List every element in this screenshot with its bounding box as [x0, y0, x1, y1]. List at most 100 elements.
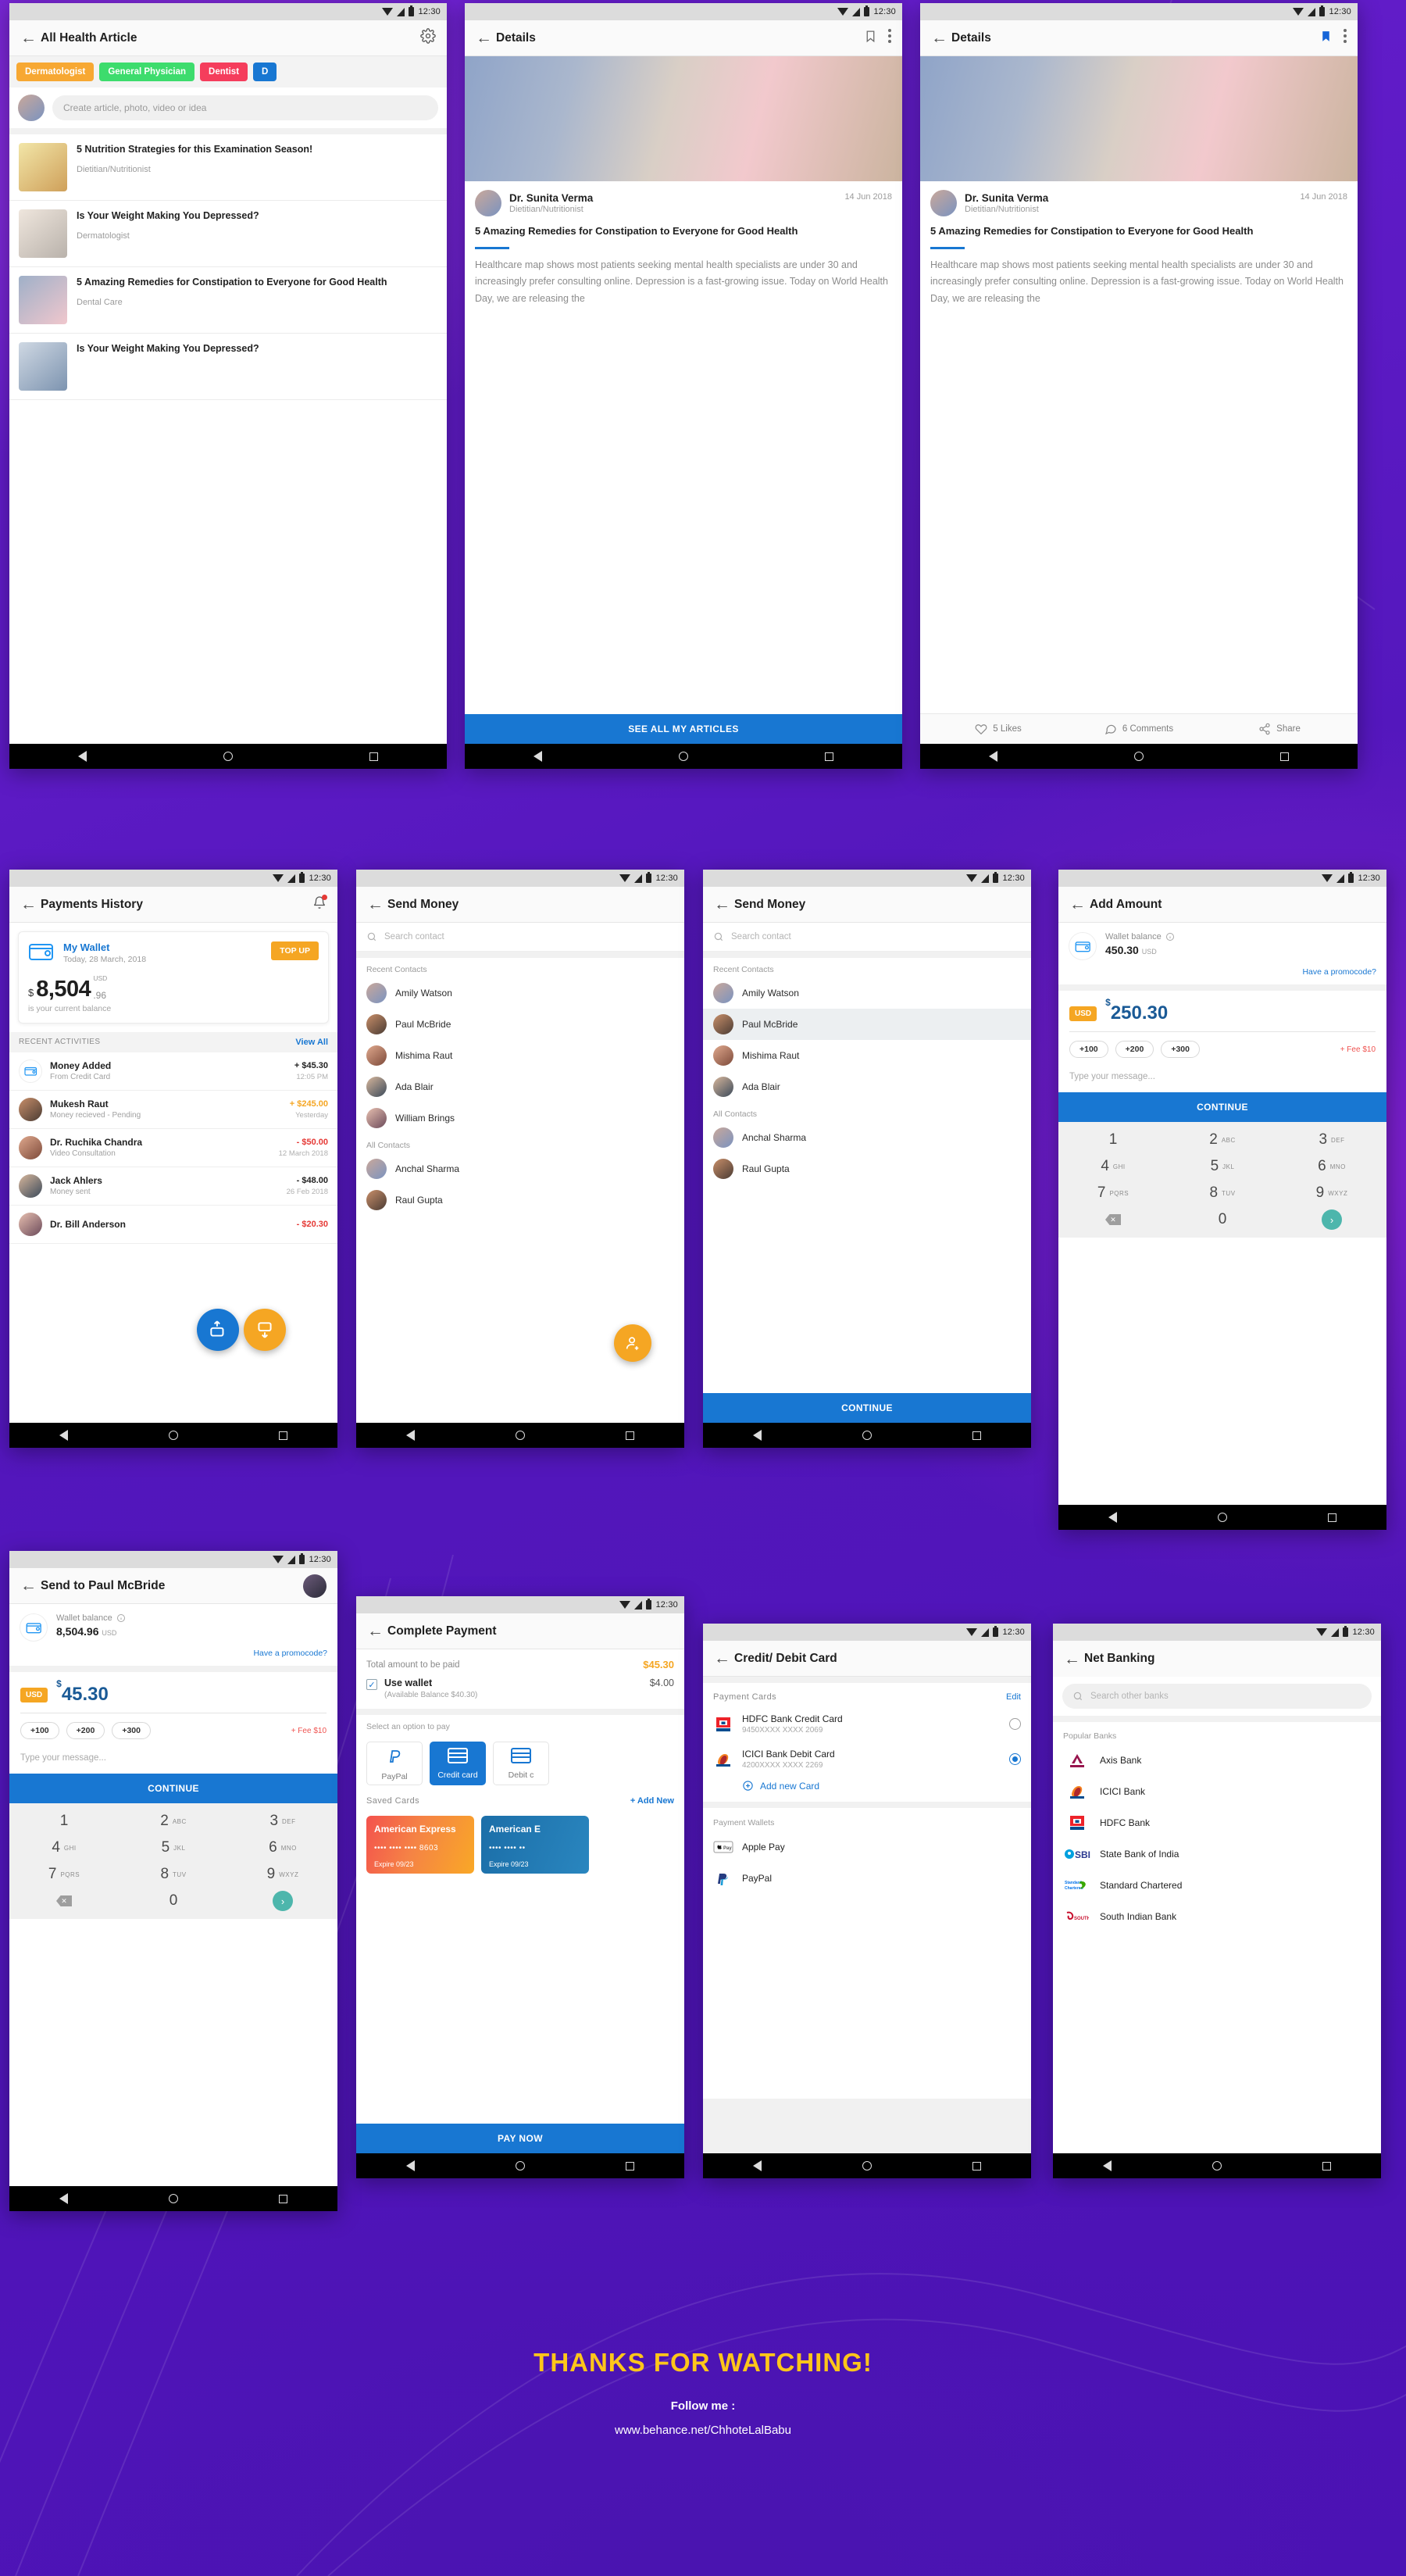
search-contact-field[interactable]: Search contact	[356, 923, 684, 952]
nav-back-icon[interactable]	[1108, 1512, 1118, 1523]
comment-button[interactable]: 6 Comments	[1069, 723, 1209, 735]
activity-row[interactable]: Mukesh Raut Money recieved - Pending + $24…	[9, 1091, 337, 1129]
bank-row[interactable]: SBI State Bank of India	[1053, 1838, 1381, 1870]
pay-now-button[interactable]: PAY NOW	[356, 2124, 684, 2153]
contact-row[interactable]: Mishima Raut	[356, 1040, 684, 1071]
contact-row[interactable]: Paul McBride	[356, 1009, 684, 1040]
contact-row[interactable]: William Brings	[356, 1102, 684, 1134]
category-chip[interactable]: Dentist	[200, 63, 248, 81]
gear-icon[interactable]	[420, 28, 436, 48]
quick-amount-button[interactable]: +200	[66, 1722, 105, 1739]
keypad-key[interactable]: 1	[9, 1808, 119, 1835]
quick-amount-button[interactable]: +100	[20, 1722, 59, 1739]
keypad-key[interactable]: 3 DEF	[1277, 1127, 1386, 1153]
nav-back-icon[interactable]	[59, 1430, 69, 1441]
message-input[interactable]: Type your message...	[1058, 1058, 1386, 1092]
quick-amount-button[interactable]: +300	[112, 1722, 151, 1739]
keypad-key[interactable]: 2 ABC	[1168, 1127, 1277, 1153]
nav-back-icon[interactable]	[406, 1430, 416, 1441]
keypad-key[interactable]: 0	[1168, 1206, 1277, 1233]
nav-recents-icon[interactable]	[825, 752, 834, 761]
see-all-articles-button[interactable]: SEE ALL MY ARTICLES	[465, 714, 902, 744]
nav-recents-icon[interactable]	[1327, 1513, 1336, 1522]
back-icon[interactable]: ←	[714, 896, 734, 913]
message-input[interactable]: Type your message...	[9, 1739, 337, 1774]
back-icon[interactable]: ←	[20, 1577, 41, 1594]
bookmark-filled-icon[interactable]	[1319, 29, 1333, 48]
bank-row[interactable]: Standard Chartered Standard Chartered	[1053, 1870, 1381, 1901]
like-button[interactable]: 5 Likes	[928, 723, 1069, 735]
card-radio[interactable]	[1009, 1718, 1021, 1730]
nav-home-icon[interactable]	[168, 1431, 178, 1440]
keypad-submit[interactable]: ›	[228, 1888, 337, 1914]
nav-back-icon[interactable]	[533, 751, 542, 762]
back-icon[interactable]: ←	[1064, 1651, 1084, 1667]
nav-home-icon[interactable]	[862, 1431, 872, 1440]
contact-row[interactable]: Ada Blair	[703, 1071, 1031, 1102]
keypad-key[interactable]: 6 MNO	[1277, 1153, 1386, 1180]
activity-row[interactable]: Money Added From Credit Card + $45.30 12:05…	[9, 1052, 337, 1091]
card-radio[interactable]	[1009, 1753, 1021, 1765]
saved-card[interactable]: American E •••• •••• •• Expire 09/23	[481, 1816, 589, 1874]
more-vertical-icon[interactable]	[1344, 29, 1347, 47]
keypad-key[interactable]: 1	[1058, 1127, 1168, 1153]
payment-card-row[interactable]: HDFC Bank Credit Card 9450XXXX XXXX 2069	[703, 1706, 1031, 1742]
search-banks-field[interactable]: Search other banks	[1062, 1684, 1372, 1709]
nav-recents-icon[interactable]	[972, 2161, 981, 2170]
back-icon[interactable]: ←	[1069, 896, 1090, 913]
view-all-link[interactable]: View All	[295, 1038, 328, 1047]
nav-back-icon[interactable]	[1103, 2160, 1112, 2171]
back-icon[interactable]: ←	[20, 896, 41, 913]
payment-option-debit-card[interactable]: Debit c	[493, 1742, 549, 1785]
nav-back-icon[interactable]	[753, 2160, 762, 2171]
amount-value[interactable]: $250.30	[1105, 997, 1168, 1024]
saved-card[interactable]: American Express •••• •••• •••• 8603 Expir…	[366, 1816, 474, 1874]
nav-home-icon[interactable]	[515, 1431, 525, 1440]
more-vertical-icon[interactable]	[888, 29, 891, 47]
currency-tag[interactable]: USD	[1069, 1006, 1097, 1021]
edit-link[interactable]: Edit	[1006, 1692, 1021, 1702]
bank-row[interactable]: ICICI Bank	[1053, 1776, 1381, 1807]
keypad-key[interactable]: 7 PQRS	[1058, 1180, 1168, 1206]
keypad-key[interactable]: 5 JKL	[1168, 1153, 1277, 1180]
add-new-card-button[interactable]: Add new Card	[703, 1777, 1031, 1802]
quick-amount-button[interactable]: +300	[1161, 1041, 1200, 1058]
keypad-key[interactable]: 4 GHI	[9, 1835, 119, 1861]
bookmark-icon[interactable]	[864, 29, 877, 48]
nav-home-icon[interactable]	[1133, 752, 1144, 761]
send-money-fab[interactable]	[197, 1309, 239, 1351]
payment-card-row[interactable]: ICICI Bank Debit Card 4200XXXX XXXX 2269	[703, 1742, 1031, 1777]
continue-button[interactable]: CONTINUE	[9, 1774, 337, 1803]
quick-amount-button[interactable]: +100	[1069, 1041, 1108, 1058]
article-list-item[interactable]: 5 Amazing Remedies for Constipation to E…	[9, 267, 447, 334]
contact-row[interactable]: Mishima Raut	[703, 1040, 1031, 1071]
contact-row[interactable]: Anchal Sharma	[356, 1153, 684, 1184]
use-wallet-checkbox[interactable]: ✓	[366, 1679, 377, 1690]
payment-wallet-row[interactable]: PayPal	[703, 1863, 1031, 1894]
nav-recents-icon[interactable]	[369, 752, 379, 761]
nav-recents-icon[interactable]	[625, 2161, 634, 2170]
add-contact-fab[interactable]	[614, 1324, 651, 1362]
use-wallet-row[interactable]: ✓ Use wallet (Available Balance $40.30) …	[356, 1674, 684, 1709]
back-icon[interactable]: ←	[931, 30, 951, 46]
composer[interactable]: Create article, photo, video or idea	[9, 88, 447, 128]
nav-back-icon[interactable]	[753, 1430, 762, 1441]
keypad-key[interactable]: 8 TUV	[119, 1861, 228, 1888]
keypad-key[interactable]: 8 TUV	[1168, 1180, 1277, 1206]
nav-home-icon[interactable]	[223, 752, 233, 761]
category-chip[interactable]: General Physician	[99, 63, 195, 81]
contact-row[interactable]: Amily Watson	[703, 977, 1031, 1009]
article-list-item[interactable]: Is Your Weight Making You Depressed?	[9, 334, 447, 400]
back-icon[interactable]: ←	[714, 1650, 734, 1667]
nav-home-icon[interactable]	[1217, 1513, 1227, 1522]
contact-row[interactable]: Paul McBride	[703, 1009, 1031, 1040]
keypad-key[interactable]: 3 DEF	[228, 1808, 337, 1835]
nav-home-icon[interactable]	[1212, 2161, 1222, 2170]
nav-recents-icon[interactable]	[278, 2194, 287, 2203]
contact-row[interactable]: Anchal Sharma	[703, 1122, 1031, 1153]
payment-option-credit-card[interactable]: Credit card	[430, 1742, 486, 1785]
notification-bell-icon[interactable]	[312, 894, 327, 914]
keypad-delete[interactable]: ✕	[9, 1888, 119, 1914]
category-chip[interactable]: Dermatologist	[16, 63, 95, 81]
back-icon[interactable]: ←	[367, 1623, 387, 1639]
